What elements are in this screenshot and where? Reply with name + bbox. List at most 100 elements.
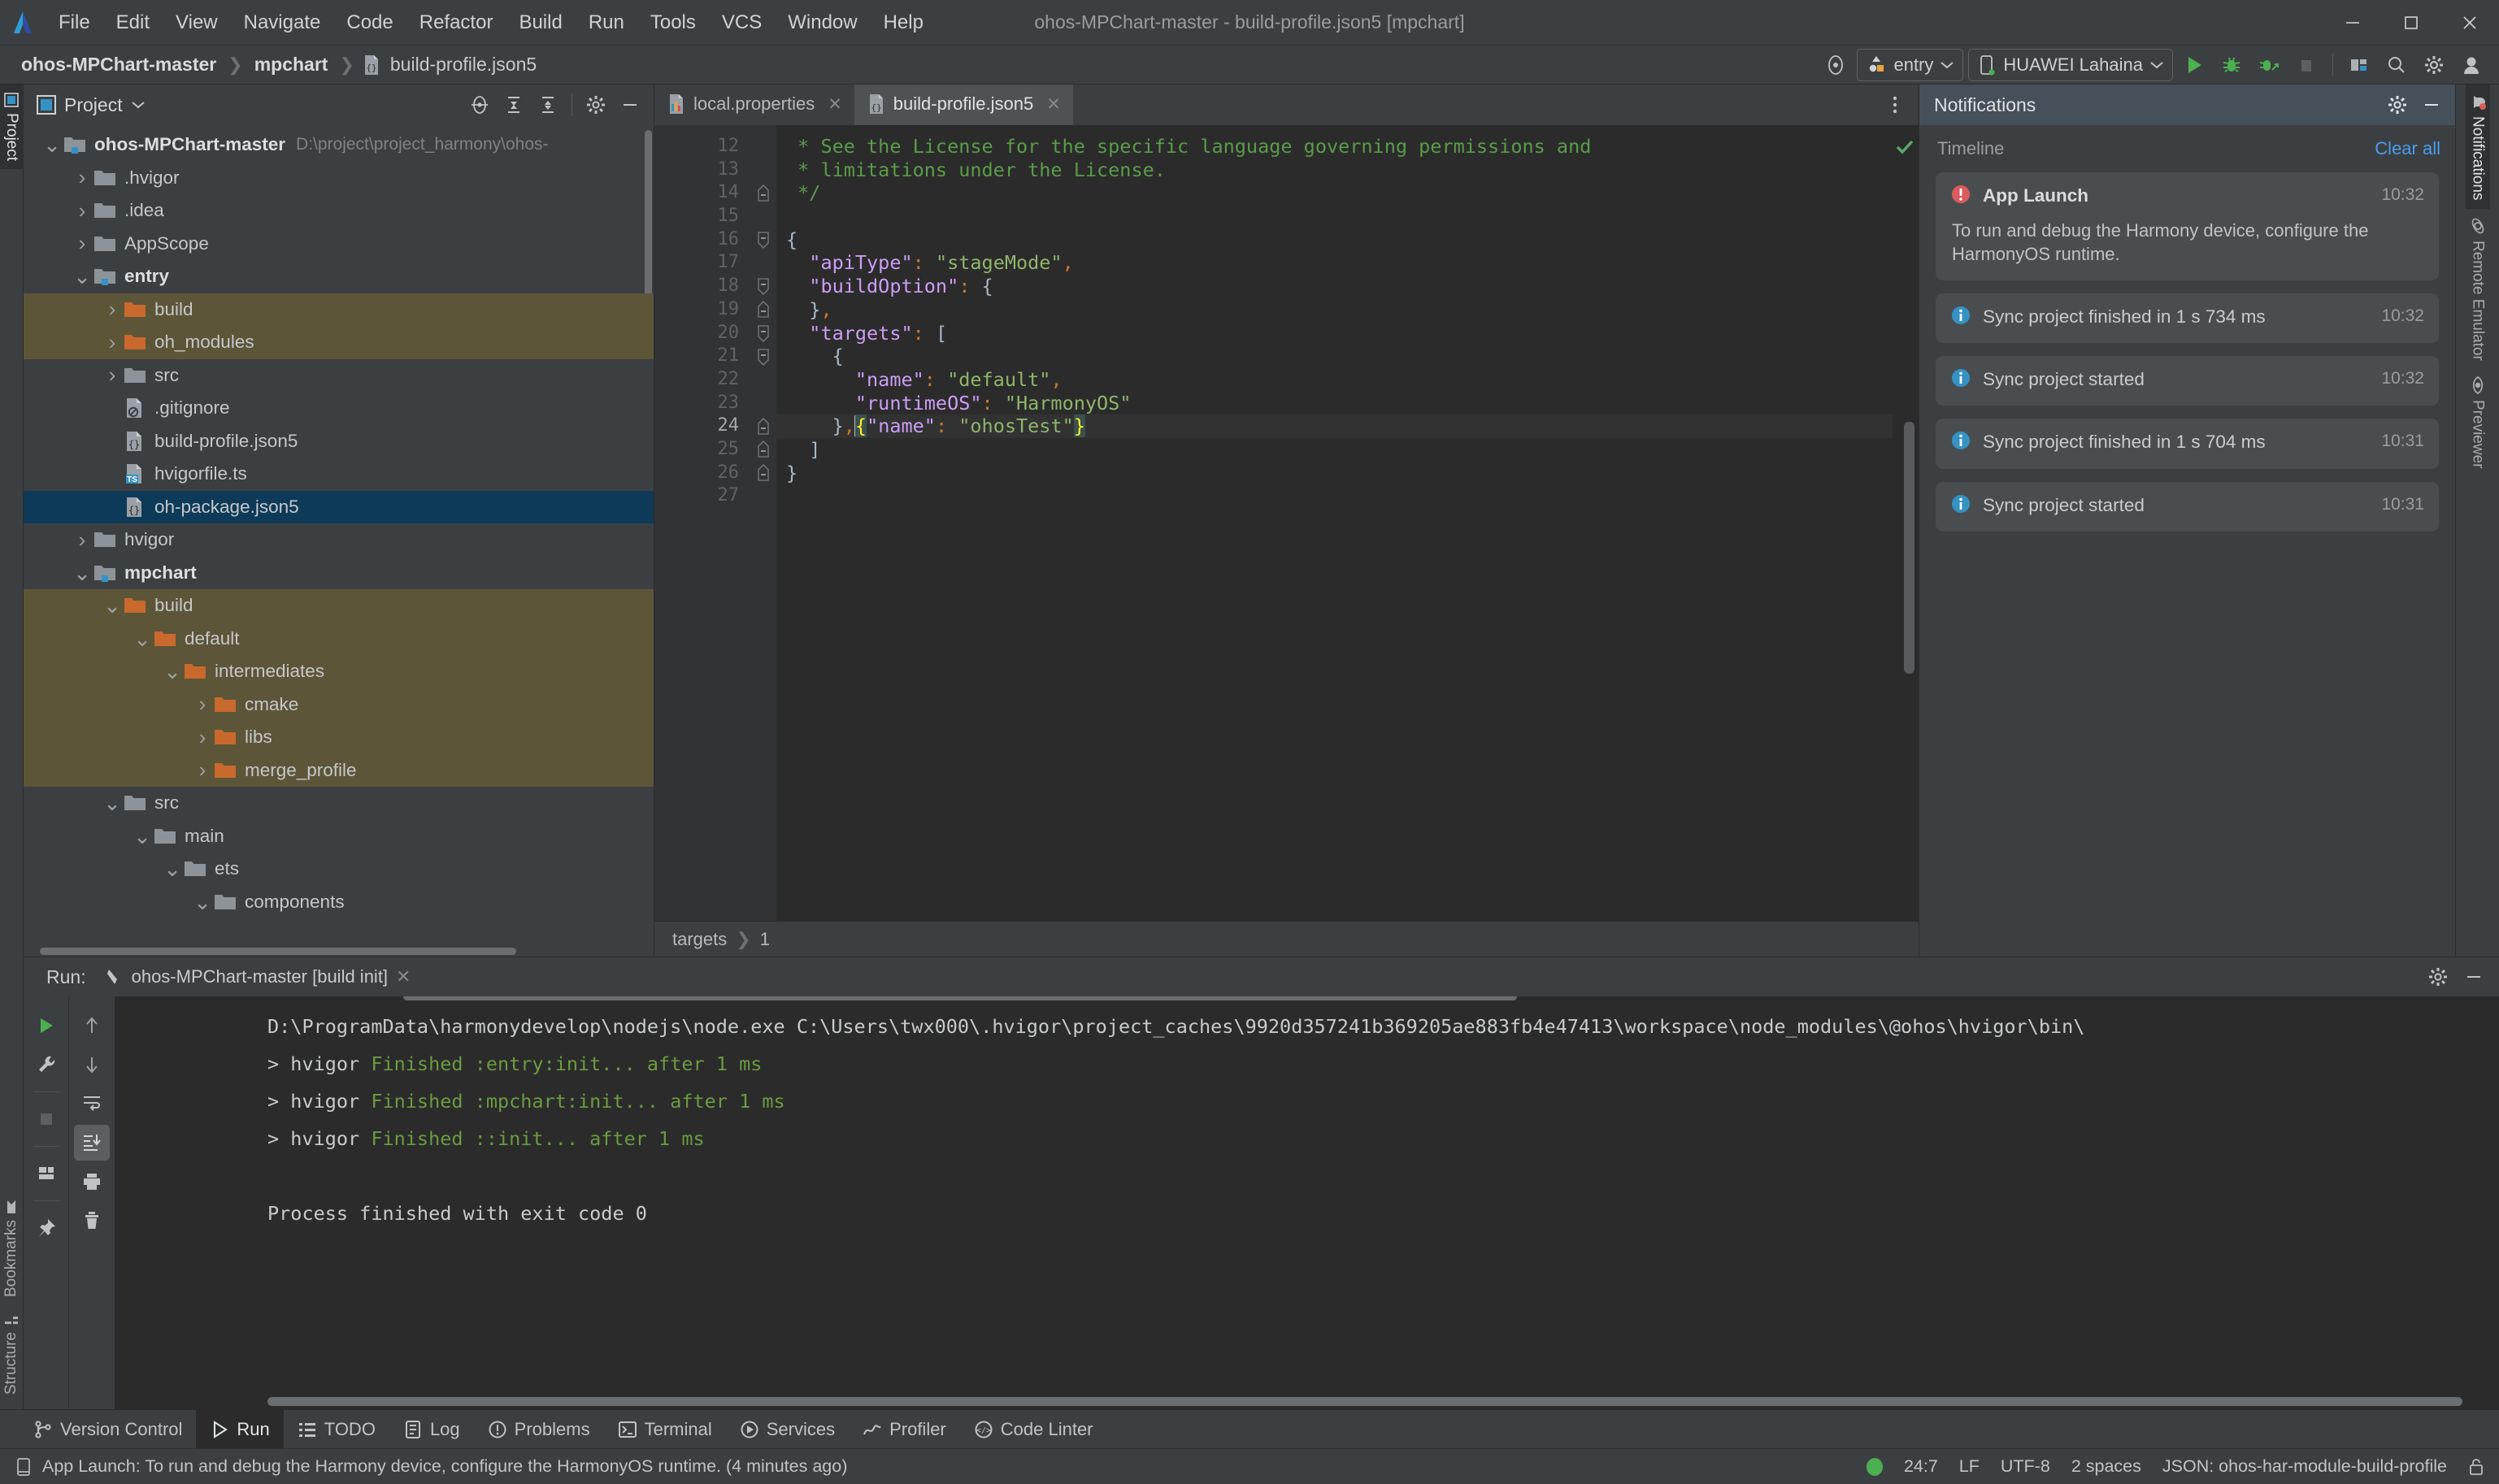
- more-options-icon[interactable]: [1880, 89, 1910, 120]
- chevron-down-icon[interactable]: ⌄: [192, 897, 213, 907]
- trash-icon[interactable]: [74, 1203, 110, 1239]
- fold-collapse-icon[interactable]: [750, 298, 776, 322]
- chevron-right-icon[interactable]: ›: [102, 362, 123, 388]
- run-configuration-selector[interactable]: entry: [1857, 49, 1963, 81]
- tool-window-button-profiler[interactable]: Profiler: [849, 1410, 960, 1448]
- gear-icon[interactable]: [2382, 89, 2413, 120]
- tool-window-button-terminal[interactable]: Terminal: [604, 1410, 726, 1448]
- tool-window-button-version-control[interactable]: Version Control: [20, 1410, 196, 1448]
- notification-card[interactable]: Sync project finished in 1 s 704 ms10:31: [1936, 419, 2439, 468]
- stop-icon[interactable]: [28, 1101, 64, 1137]
- status-message[interactable]: App Launch: To run and debug the Harmony…: [42, 1456, 847, 1477]
- scroll-to-end-icon[interactable]: [74, 1125, 110, 1161]
- breadcrumb-item-file[interactable]: build-profile.json5: [387, 52, 540, 77]
- chevron-right-icon[interactable]: ›: [72, 198, 93, 223]
- gear-icon[interactable]: [580, 89, 611, 120]
- menu-build[interactable]: Build: [506, 7, 575, 39]
- tree-node[interactable]: ⌄default: [24, 623, 654, 656]
- minimize-icon[interactable]: [615, 89, 645, 120]
- run-button[interactable]: [2178, 49, 2210, 81]
- tree-node[interactable]: ⌄entry: [24, 260, 654, 293]
- lock-icon[interactable]: [2468, 1457, 2484, 1477]
- menu-navigate[interactable]: Navigate: [231, 7, 334, 39]
- tree-node[interactable]: ›.idea: [24, 194, 654, 228]
- code-line[interactable]: }: [776, 462, 1919, 485]
- tree-node[interactable]: TShvigorfile.ts: [24, 458, 654, 491]
- tree-node[interactable]: ⌄intermediates: [24, 655, 654, 688]
- chevron-down-icon[interactable]: ⌄: [72, 568, 93, 578]
- minimize-icon[interactable]: [2416, 89, 2447, 120]
- editor-scrollbar-thumb[interactable]: [1904, 422, 1914, 674]
- sidebar-item-structure[interactable]: Structure: [0, 1305, 24, 1403]
- tree-node[interactable]: ›merge_profile: [24, 754, 654, 788]
- wrench-icon[interactable]: [28, 1047, 64, 1083]
- tool-window-button-problems[interactable]: Problems: [474, 1410, 604, 1448]
- chevron-down-icon[interactable]: ⌄: [132, 831, 153, 841]
- sidebar-item-project[interactable]: Project: [0, 85, 24, 169]
- code-content[interactable]: * See the License for the specific langu…: [776, 125, 1919, 921]
- tree-node[interactable]: ›src: [24, 359, 654, 393]
- menu-refactor[interactable]: Refactor: [406, 7, 506, 39]
- locate-icon[interactable]: [464, 89, 495, 120]
- chevron-right-icon[interactable]: ›: [192, 757, 213, 783]
- sidebar-item-notifications[interactable]: Notifications: [2466, 85, 2490, 209]
- project-tree-hscrollbar[interactable]: [40, 948, 516, 955]
- tree-node[interactable]: ›oh_modules: [24, 326, 654, 359]
- chevron-right-icon[interactable]: ›: [72, 165, 93, 190]
- debug-button[interactable]: [2215, 49, 2248, 81]
- project-tree[interactable]: ⌄ohos-MPChart-masterD:\project\project_h…: [24, 125, 654, 957]
- structure-breadcrumb-index[interactable]: 1: [760, 929, 770, 950]
- fold-collapse-icon[interactable]: [750, 438, 776, 462]
- sidebar-item-bookmarks[interactable]: Bookmarks: [0, 1191, 24, 1305]
- code-line[interactable]: */: [776, 181, 1919, 205]
- chevron-right-icon[interactable]: ›: [192, 725, 213, 750]
- fold-collapse-icon[interactable]: [750, 228, 776, 252]
- tool-window-button-log[interactable]: Log: [389, 1410, 474, 1448]
- fold-collapse-icon[interactable]: [750, 322, 776, 345]
- target-icon[interactable]: [1819, 49, 1852, 81]
- code-line[interactable]: [776, 484, 1919, 508]
- chevron-down-icon[interactable]: ⌄: [132, 634, 153, 644]
- chevron-right-icon[interactable]: ›: [102, 330, 123, 355]
- chevron-down-icon[interactable]: ⌄: [102, 798, 123, 808]
- chevron-down-icon[interactable]: ⌄: [41, 140, 63, 150]
- fold-collapse-icon[interactable]: [750, 462, 776, 485]
- run-console[interactable]: D:\ProgramData\harmonydevelop\nodejs\nod…: [115, 996, 2499, 1409]
- chevron-right-icon[interactable]: ›: [72, 527, 93, 553]
- clear-all-button[interactable]: Clear all: [2375, 138, 2440, 159]
- maximize-button[interactable]: [2382, 0, 2440, 46]
- layout-icon[interactable]: [28, 1156, 64, 1191]
- device-selector[interactable]: HUAWEI Lahaina: [1968, 49, 2173, 81]
- tree-node[interactable]: ⌄main: [24, 820, 654, 853]
- pin-icon[interactable]: [28, 1210, 64, 1246]
- menu-help[interactable]: Help: [871, 7, 937, 39]
- chevron-down-icon[interactable]: ⌄: [162, 864, 183, 874]
- tree-node[interactable]: ›build: [24, 293, 654, 327]
- tree-node[interactable]: ›cmake: [24, 688, 654, 722]
- sidebar-item-remote-emulator[interactable]: Remote Emulator: [2466, 209, 2490, 369]
- menu-window[interactable]: Window: [775, 7, 870, 39]
- inspection-status-icon[interactable]: [1894, 137, 1915, 158]
- tree-node[interactable]: ›AppScope: [24, 228, 654, 261]
- stop-button[interactable]: [2290, 49, 2323, 81]
- tree-node[interactable]: ›libs: [24, 721, 654, 754]
- print-icon[interactable]: [74, 1164, 110, 1200]
- tree-node[interactable]: ⌄ets: [24, 853, 654, 886]
- chevron-down-icon[interactable]: [131, 100, 146, 110]
- fold-collapse-icon[interactable]: [750, 275, 776, 298]
- gear-icon[interactable]: [2423, 961, 2453, 992]
- code-line[interactable]: },{"name": "ohosTest"}: [776, 414, 1919, 438]
- rerun-icon[interactable]: [28, 1008, 64, 1044]
- build-status-indicator[interactable]: [1867, 1458, 1883, 1476]
- tool-window-button-run[interactable]: Run: [196, 1410, 283, 1448]
- tree-node[interactable]: {}oh-package.json5: [24, 491, 654, 524]
- breadcrumb-item-module[interactable]: mpchart: [251, 52, 332, 77]
- json-schema[interactable]: JSON: ohos-har-module-build-profile: [2162, 1456, 2447, 1477]
- tree-node[interactable]: ›.hvigor: [24, 162, 654, 195]
- menu-code[interactable]: Code: [333, 7, 406, 39]
- gear-icon[interactable]: [2418, 49, 2450, 81]
- code-line[interactable]: * limitations under the License.: [776, 158, 1919, 182]
- menu-tools[interactable]: Tools: [637, 7, 709, 39]
- caret-position[interactable]: 24:7: [1904, 1456, 1938, 1477]
- code-line[interactable]: [776, 205, 1919, 228]
